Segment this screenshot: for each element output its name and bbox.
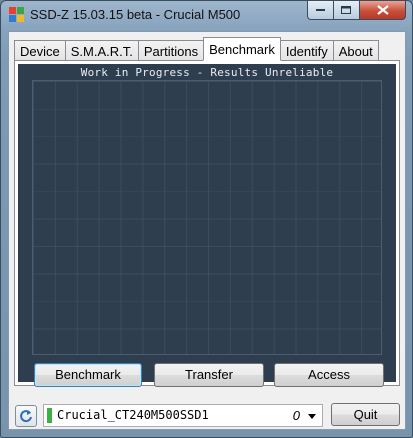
drive-status-indicator [47,408,52,423]
chart-grid [32,80,382,355]
benchmark-chart: Work in Progress - Results Unreliable [18,64,396,382]
client-area: Device S.M.A.R.T. Partitions Benchmark I… [8,31,406,430]
window-title: SSD-Z 15.03.15 beta - Crucial M500 [30,7,241,22]
maximize-button[interactable] [334,1,360,20]
access-button[interactable]: Access [274,363,384,387]
quit-button[interactable]: Quit [331,403,400,426]
drive-index: 0 [292,408,300,423]
benchmark-panel: Work in Progress - Results Unreliable [14,60,400,386]
caption-buttons [307,1,406,21]
minimize-button[interactable] [307,1,334,20]
chart-title: Work in Progress - Results Unreliable [80,66,334,79]
minimize-icon [315,9,325,11]
transfer-button[interactable]: Transfer [154,363,264,387]
tab-strip: Device S.M.A.R.T. Partitions Benchmark I… [14,37,379,61]
app-logo-icon [9,7,25,23]
refresh-icon [20,410,32,423]
tab-benchmark[interactable]: Benchmark [203,37,281,61]
tab-about[interactable]: About [332,40,379,61]
maximize-icon [341,5,351,14]
close-icon [376,5,389,15]
title-bar[interactable]: SSD-Z 15.03.15 beta - Crucial M500 [1,1,412,31]
drive-select[interactable]: Crucial_CT240M500SSD1 0 [43,404,323,427]
benchmark-button[interactable]: Benchmark [34,363,142,387]
tab-partitions[interactable]: Partitions [137,40,205,61]
tab-device[interactable]: Device [14,40,66,61]
app-window: SSD-Z 15.03.15 beta - Crucial M500 Devic… [0,0,413,438]
refresh-button[interactable] [15,405,37,427]
drive-name: Crucial_CT240M500SSD1 [57,408,209,422]
tab-smart[interactable]: S.M.A.R.T. [64,40,139,61]
chevron-down-icon[interactable] [306,409,318,423]
tab-identify[interactable]: Identify [279,40,334,61]
close-button[interactable] [360,1,406,20]
